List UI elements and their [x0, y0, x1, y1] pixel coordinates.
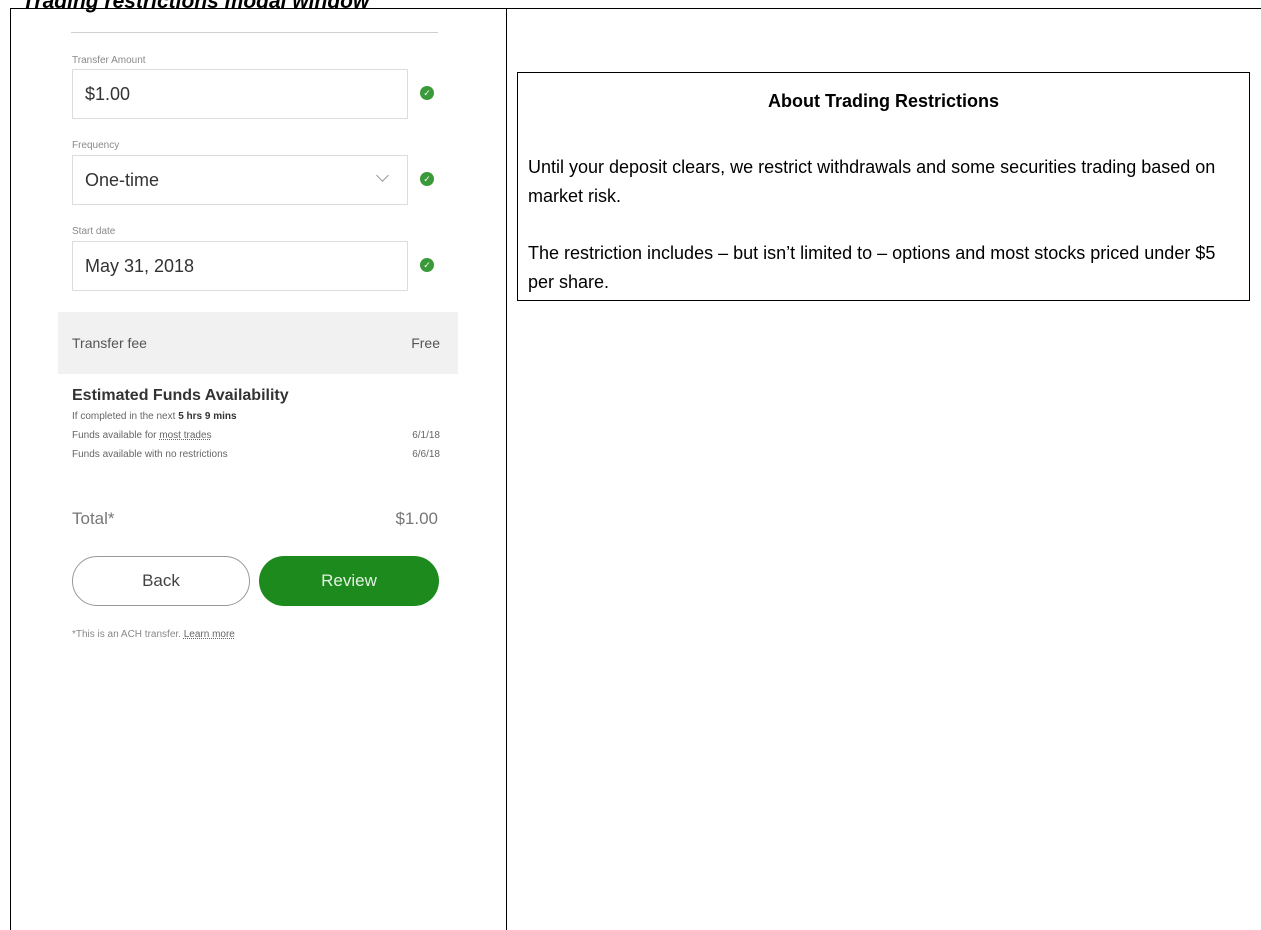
most-trades-date: 6/1/18	[412, 430, 440, 441]
review-button[interactable]: Review	[259, 556, 439, 606]
modal-paragraph-2: The restriction includes – but isn’t lim…	[528, 243, 1216, 292]
transfer-fee-value: Free	[411, 335, 440, 351]
footnote-text: *This is an ACH transfer.	[72, 629, 181, 640]
most-trades-row: Funds available for most trades	[72, 430, 212, 441]
chevron-down-icon	[376, 169, 389, 182]
funds-availability-title: Estimated Funds Availability	[72, 387, 289, 404]
transfer-form-mockup: Transfer Amount $1.00 ✓ Frequency One-ti…	[11, 9, 506, 930]
back-button[interactable]: Back	[72, 556, 250, 606]
frequency-value: One-time	[85, 169, 160, 190]
frame-column-divider	[506, 8, 507, 930]
check-circle-icon: ✓	[420, 258, 434, 272]
ach-footnote: *This is an ACH transfer. Learn more	[72, 629, 235, 640]
start-date-label: Start date	[72, 226, 116, 237]
start-date-value: May 31, 2018	[85, 255, 195, 276]
countdown-value: 5 hrs 9 mins	[178, 411, 237, 422]
frequency-select[interactable]: One-time	[72, 155, 408, 205]
transfer-amount-field[interactable]: $1.00	[72, 69, 408, 119]
total-label: Total*	[72, 509, 115, 528]
learn-more-link[interactable]: Learn more	[184, 629, 235, 640]
transfer-amount-value: $1.00	[85, 83, 131, 104]
frequency-label: Frequency	[72, 140, 120, 151]
total-value: $1.00	[395, 509, 438, 528]
divider	[71, 32, 438, 33]
check-circle-icon: ✓	[420, 172, 434, 186]
countdown-text: If completed in the next 5 hrs 9 mins	[72, 411, 237, 422]
modal-title: About Trading Restrictions	[767, 91, 999, 111]
most-trades-prefix: Funds available for	[72, 430, 157, 441]
no-restrictions-date: 6/6/18	[412, 449, 440, 460]
no-restrictions-label: Funds available with no restrictions	[72, 449, 228, 460]
most-trades-link[interactable]: most trades	[159, 430, 211, 441]
transfer-fee-label: Transfer fee	[72, 335, 147, 351]
check-circle-icon: ✓	[420, 86, 434, 100]
start-date-field[interactable]: May 31, 2018	[72, 241, 408, 291]
trading-restrictions-modal: About Trading Restrictions Until your de…	[517, 72, 1250, 301]
countdown-prefix: If completed in the next	[72, 411, 176, 422]
transfer-amount-label: Transfer Amount	[72, 55, 146, 66]
transfer-fee-row: Transfer fee Free	[58, 312, 458, 374]
modal-paragraph-1: Until your deposit clears, we restrict w…	[528, 157, 1216, 206]
